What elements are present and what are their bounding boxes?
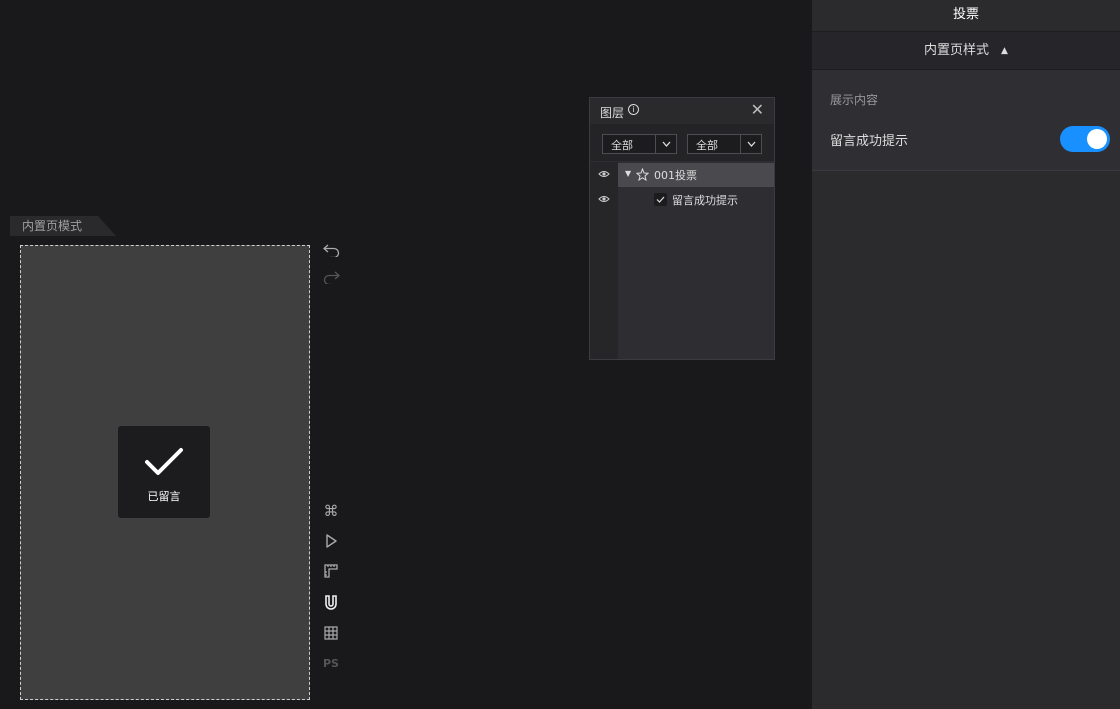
info-icon[interactable]: i [628, 104, 639, 115]
undo-icon[interactable] [322, 241, 340, 259]
layer-label: 留言成功提示 [672, 194, 738, 207]
properties-panel: 投票 内置页样式 ▲ 展示内容 留言成功提示 [811, 0, 1120, 709]
toast-text: 已留言 [147, 490, 181, 503]
checkmark-icon [145, 448, 183, 475]
layer-item-vote[interactable]: ▼ 001投票 [618, 163, 774, 187]
ps-tool[interactable]: PS [322, 655, 340, 673]
filter-select-1[interactable]: 全部 [602, 134, 677, 154]
toggle-knob [1087, 129, 1107, 149]
layer-filters: 全部 全部 [590, 125, 774, 161]
layers-panel: 图层 i ✕ 全部 全部 ▼ 001投票 留言成功提示 [589, 97, 775, 360]
section-header-builtin-style[interactable]: 内置页样式 ▲ [812, 32, 1120, 70]
caret-down-icon[interactable]: ▼ [625, 169, 631, 178]
section-title: 内置页样式 [924, 43, 990, 58]
layers-title: 图层 [600, 106, 625, 120]
success-tip-toggle[interactable] [1060, 126, 1110, 152]
eye-icon[interactable] [598, 193, 610, 205]
magnet-icon[interactable] [322, 594, 340, 612]
page-mode-label: 内置页模式 [22, 219, 83, 233]
section-subtitle: 展示内容 [830, 93, 879, 107]
check-layer-icon [654, 193, 667, 206]
page-mode-tag: 内置页模式 [10, 216, 116, 236]
play-icon[interactable] [322, 532, 340, 550]
close-icon[interactable]: ✕ [751, 102, 764, 118]
redo-icon[interactable] [322, 268, 340, 286]
layer-item-success-tip[interactable]: 留言成功提示 [618, 188, 774, 212]
filter-select-1-value: 全部 [611, 139, 633, 152]
chevron-down-icon[interactable] [740, 135, 761, 153]
layer-label: 001投票 [654, 169, 697, 182]
layers-list: ▼ 001投票 留言成功提示 [590, 162, 774, 359]
filter-select-2[interactable]: 全部 [687, 134, 762, 154]
toggle-label: 留言成功提示 [830, 134, 909, 149]
layers-header: 图层 i ✕ [590, 98, 774, 125]
success-toast[interactable]: 已留言 [118, 426, 210, 518]
command-icon[interactable]: ⌘ [322, 502, 340, 520]
grid-icon[interactable] [322, 624, 340, 642]
eye-icon[interactable] [598, 168, 610, 180]
ruler-icon[interactable] [322, 562, 340, 580]
visibility-column [590, 162, 618, 359]
section-body: 展示内容 留言成功提示 [812, 70, 1120, 171]
phone-canvas[interactable]: 已留言 [20, 245, 310, 700]
panel-title: 投票 [812, 0, 1120, 32]
caret-up-icon[interactable]: ▲ [1001, 32, 1008, 70]
chevron-down-icon[interactable] [655, 135, 676, 153]
component-icon [636, 168, 649, 181]
filter-select-2-value: 全部 [696, 139, 718, 152]
